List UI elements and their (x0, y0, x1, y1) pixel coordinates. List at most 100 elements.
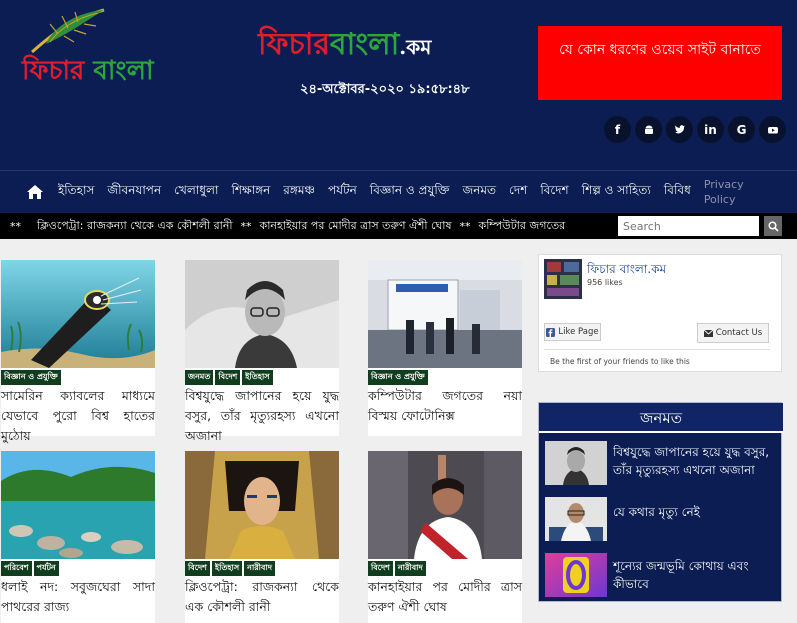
article-tags: জনমত বিদেশ ইতিহাস (185, 370, 273, 385)
article-card[interactable]: জনমত বিদেশ ইতিহাস বিশ্বযুদ্ধে জাপানের হয… (185, 260, 339, 443)
nav-item-lifestyle[interactable]: জীবনযাপন (107, 182, 161, 202)
list-item-title[interactable]: শূন্যের জন্মভূমি কোথায় এবং কীভাবে (613, 557, 781, 593)
fb-friends-text: Be the first of your friends to like thi… (544, 349, 770, 371)
feather-logo-icon (31, 8, 105, 54)
opinion-widget: জনমত বিশ্বযুদ্ধে জাপানের হয়ে যুদ্ধ বসুর… (538, 402, 783, 602)
ticker-item[interactable]: কম্পিউটার জগতের (479, 217, 566, 236)
list-item-thumbnail[interactable] (545, 553, 607, 597)
ticker-item[interactable]: ক্লিওপেট্রা: রাজকন্যা থেকে এক কৌশলী রানী (37, 217, 233, 236)
tag-label[interactable]: বিদেশ (215, 370, 241, 385)
linkedin-icon[interactable]: in (697, 116, 724, 143)
youtube-icon[interactable] (759, 116, 786, 143)
article-thumbnail[interactable] (368, 451, 522, 559)
fb-contact-us-label: Contact Us (715, 328, 763, 338)
wordmark-part1: ফিচার (258, 27, 330, 62)
nav-item-tourism[interactable]: পর্যটন (328, 182, 357, 202)
article-card[interactable]: বিজ্ঞান ও প্রযুক্তি কম্পিউটার জগতের নয়া… (368, 260, 522, 436)
article-title[interactable]: বিশ্বযুদ্ধে জাপানের হয়ে যুদ্ধ বসুর, তাঁ… (185, 386, 339, 446)
site-logo[interactable]: ফিচার বাংলা (22, 8, 182, 88)
fb-contact-us-button[interactable]: Contact Us (697, 323, 769, 343)
ticker-separator: ** (10, 219, 21, 233)
main-nav: ইতিহাস জীবনযাপন খেলাধুলা শিক্ষাঙ্গন রঙ্গ… (0, 170, 797, 213)
list-item-title[interactable]: যে কথার মৃত্যু নেই (613, 503, 781, 521)
twitter-icon[interactable] (666, 116, 693, 143)
article-tags: পরিবেশ পর্যটন (1, 561, 59, 576)
logo-left-text: ফিচার বাংলা (22, 50, 154, 94)
ticker-separator: ** (240, 219, 252, 233)
nav-item-misc[interactable]: বিবিধ (664, 182, 691, 202)
article-tags: বিদেশ ইতিহাস নারীবাদ (185, 561, 275, 576)
article-thumbnail[interactable] (185, 451, 339, 559)
mail-icon (703, 329, 713, 337)
tag-label[interactable]: নারীবাদ (394, 561, 426, 576)
article-title[interactable]: ধলাই নদ: সবুজঘেরা সাদা পাথরের রাজ্য (1, 577, 155, 617)
search-input[interactable] (618, 216, 759, 236)
article-card[interactable]: বিদেশ নারীবাদ কানহাইয়ার পর মোদীর ত্রাস … (368, 451, 522, 623)
article-title[interactable]: কম্পিউটার জগতের নয়া বিস্ময় ফোটোনিক্স (368, 386, 522, 426)
article-title[interactable]: কানহাইয়ার পর মোদীর ত্রাস তরুণ ঐশী ঘোষ (368, 577, 522, 617)
tag-label[interactable]: ইতিহাস (242, 370, 273, 385)
nav-item-education[interactable]: শিক্ষাঙ্গন (231, 182, 270, 202)
article-card[interactable]: বিদেশ ইতিহাস নারীবাদ ক্লিওপেট্রা: রাজকন্… (185, 451, 339, 623)
search-button[interactable] (764, 216, 782, 236)
facebook-icon[interactable]: f (604, 116, 631, 143)
nav-item-theatre[interactable]: রঙ্গমঞ্চ (283, 182, 315, 202)
fb-like-count: 956 likes (587, 278, 623, 287)
tag-label[interactable]: পরিবেশ (1, 561, 32, 576)
tag-label[interactable]: পর্যটন (33, 561, 59, 576)
list-item-title[interactable]: বিশ্বযুদ্ধে জাপানের হয়ে যুদ্ধ বসুর, তাঁ… (613, 443, 781, 479)
current-datetime: ২৪-অক্টোবর-২০২০ ১৯:৫৮:৪৮ (300, 82, 470, 97)
nav-item-science-tech[interactable]: বিজ্ঞান ও প্রযুক্তি (370, 182, 450, 202)
nav-item-sports[interactable]: খেলাধুলা (174, 182, 218, 202)
google-icon[interactable]: G (728, 116, 755, 143)
fb-like-page-label: Like Page (558, 327, 599, 337)
site-wordmark[interactable]: ফিচারবাংলা.কম (258, 20, 498, 70)
tag-label[interactable]: বিদেশ (185, 561, 210, 576)
ticker-separator: ** (459, 219, 471, 233)
tag-label[interactable]: বিজ্ঞান ও প্রযুক্তি (368, 370, 428, 385)
article-thumbnail[interactable] (1, 260, 155, 368)
android-icon[interactable] (635, 116, 662, 143)
nav-item-history[interactable]: ইতিহাস (58, 182, 94, 202)
nav-item-country[interactable]: দেশ (509, 182, 527, 202)
facebook-page-widget: ফিচার বাংলা.কম 956 likes Like Page Conta… (538, 254, 782, 372)
article-title[interactable]: সামেরিন ক্যাবলের মাধ্যমে যেভাবে পুরো বিশ… (1, 386, 155, 446)
list-item[interactable]: বিশ্বযুদ্ধে জাপানের হয়ে যুদ্ধ বসুর, তাঁ… (545, 441, 777, 485)
ticker-item[interactable]: কানহাইয়ার পর মোদীর ত্রাস তরুণ ঐশী ঘোষ (260, 217, 452, 236)
search-icon (767, 220, 779, 232)
fb-page-avatar[interactable] (544, 259, 582, 299)
tag-label[interactable]: বিজ্ঞান ও প্রযুক্তি (1, 370, 61, 385)
article-card[interactable]: পরিবেশ পর্যটন ধলাই নদ: সবুজঘেরা সাদা পাথ… (1, 451, 155, 623)
tag-label[interactable]: বিদেশ (368, 561, 393, 576)
home-icon[interactable] (26, 184, 44, 200)
nav-item-privacy-policy[interactable]: Privacy Policy (704, 177, 744, 207)
social-links: f in G (604, 116, 786, 143)
logo-left-part1: ফিচার (22, 56, 94, 86)
article-card[interactable]: বিজ্ঞান ও প্রযুক্তি সামেরিন ক্যাবলের মাধ… (1, 260, 155, 443)
article-title[interactable]: ক্লিওপেট্রা: রাজকন্যা থেকে এক কৌশলী রানী (185, 577, 339, 617)
fb-like-page-button[interactable]: Like Page (544, 323, 601, 341)
list-item[interactable]: যে কথার মৃত্যু নেই (545, 497, 777, 541)
facebook-icon (546, 327, 556, 337)
list-item-thumbnail[interactable] (545, 441, 607, 485)
tag-label[interactable]: ইতিহাস (211, 561, 243, 576)
article-thumbnail[interactable] (368, 260, 522, 368)
wordmark-part2: বাংলা (329, 27, 400, 62)
nav-item-abroad[interactable]: বিদেশ (540, 182, 568, 202)
list-item[interactable]: শূন্যের জন্মভূমি কোথায় এবং কীভাবে (545, 553, 777, 597)
article-tags: বিদেশ নারীবাদ (368, 561, 426, 576)
article-thumbnail[interactable] (1, 451, 155, 559)
article-tags: বিজ্ঞান ও প্রযুক্তি (1, 370, 61, 385)
site-header: ফিচার বাংলা ফিচারবাংলা.কম ২৪-অক্টোবর-২০২… (0, 0, 797, 170)
tag-label[interactable]: জনমত (185, 370, 214, 385)
list-item-thumbnail[interactable] (545, 497, 607, 541)
wordmark-part3: .কম (399, 35, 432, 59)
logo-left-part2: বাংলা (93, 56, 154, 86)
tag-label[interactable]: নারীবাদ (244, 561, 275, 576)
nav-item-art-literature[interactable]: শিল্প ও সাহিত্য (582, 182, 651, 202)
article-tags: বিজ্ঞান ও প্রযুক্তি (368, 370, 428, 385)
nav-item-opinion[interactable]: জনমত (462, 182, 496, 202)
article-thumbnail[interactable] (185, 260, 339, 368)
ad-banner[interactable]: যে কোন ধরণের ওয়েব সাইট বানাতে (538, 26, 782, 100)
opinion-widget-heading: জনমত (539, 403, 783, 433)
